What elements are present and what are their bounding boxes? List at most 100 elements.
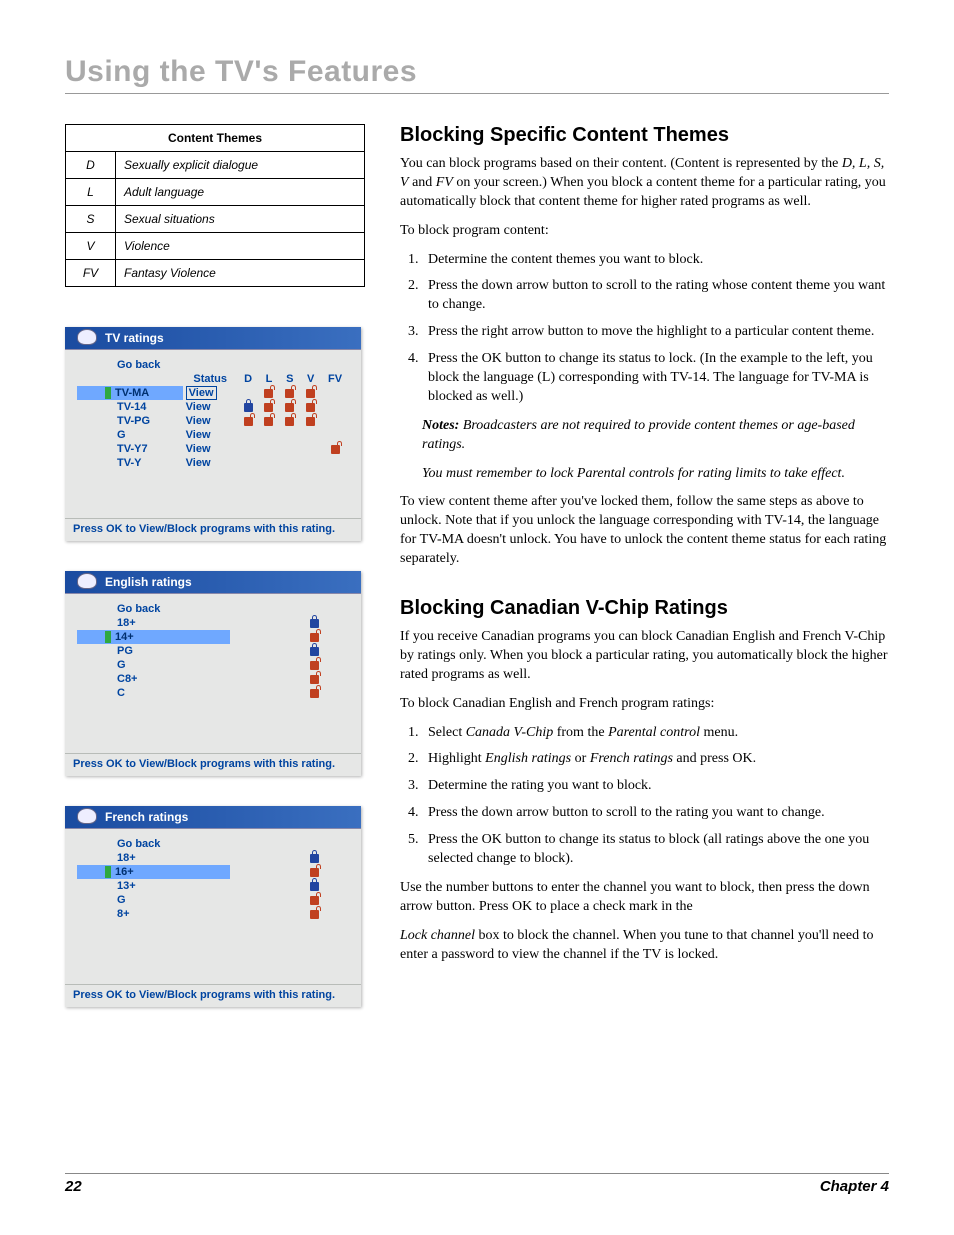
rating-name[interactable]: 16+ [77, 865, 230, 879]
theme-cell[interactable] [321, 386, 349, 400]
ct-label: Sexual situations [116, 206, 365, 233]
status-cell[interactable]: View [183, 414, 238, 428]
theme-cell[interactable] [300, 400, 321, 414]
rating-name[interactable]: G [77, 893, 230, 907]
rating-name[interactable]: C8+ [77, 672, 230, 686]
rating-name[interactable]: PG [77, 644, 230, 658]
theme-cell[interactable] [259, 414, 280, 428]
theme-cell[interactable] [238, 428, 259, 442]
rating-name[interactable]: TV-Y7 [77, 442, 183, 456]
col-l: L [259, 372, 280, 386]
status-cell[interactable]: View [183, 456, 238, 470]
theme-cell[interactable] [238, 386, 259, 400]
rating-name[interactable]: G [77, 428, 183, 442]
section2-p4: Lock channel box to block the channel. W… [400, 927, 889, 965]
menu-title: English ratings [65, 571, 361, 594]
unlock-icon [285, 389, 294, 398]
marker-icon [105, 866, 111, 878]
theme-cell[interactable] [238, 456, 259, 470]
rating-name[interactable]: TV-14 [77, 400, 183, 414]
unlock-icon [264, 389, 273, 398]
status-cell[interactable]: View [183, 442, 238, 456]
lock-cell[interactable] [230, 658, 349, 672]
theme-cell[interactable] [279, 428, 300, 442]
theme-cell[interactable] [321, 400, 349, 414]
theme-cell[interactable] [279, 414, 300, 428]
go-back[interactable]: Go back [77, 358, 349, 372]
lock-cell[interactable] [230, 907, 349, 921]
rating-name[interactable]: TV-PG [77, 414, 183, 428]
theme-cell[interactable] [238, 442, 259, 456]
rating-name[interactable]: 18+ [77, 616, 230, 630]
theme-cell[interactable] [321, 456, 349, 470]
theme-cell[interactable] [259, 386, 280, 400]
step: Highlight English ratings or French rati… [422, 750, 889, 769]
tv-ratings-grid: Go back Status D L S V FV TV-MAViewTV-14… [77, 358, 349, 470]
lock-cell[interactable] [230, 893, 349, 907]
theme-cell[interactable] [321, 428, 349, 442]
go-back[interactable]: Go back [77, 837, 349, 851]
theme-cell[interactable] [300, 442, 321, 456]
theme-cell[interactable] [321, 442, 349, 456]
unlock-icon [306, 389, 315, 398]
theme-cell[interactable] [300, 386, 321, 400]
lock-cell[interactable] [230, 616, 349, 630]
theme-cell[interactable] [259, 442, 280, 456]
unlock-icon [285, 403, 294, 412]
section2-heading: Blocking Canadian V-Chip Ratings [400, 597, 889, 620]
go-back[interactable]: Go back [77, 602, 349, 616]
theme-cell[interactable] [279, 442, 300, 456]
lock-cell[interactable] [230, 865, 349, 879]
theme-cell[interactable] [259, 456, 280, 470]
section1-p2: To block program content: [400, 222, 889, 241]
status-cell[interactable]: View [183, 428, 238, 442]
section1-steps: Determine the content themes you want to… [422, 251, 889, 407]
lock-cell[interactable] [230, 630, 349, 644]
theme-cell[interactable] [321, 414, 349, 428]
lock-cell[interactable] [230, 879, 349, 893]
rating-name[interactable]: 18+ [77, 851, 230, 865]
unlock-icon [310, 868, 319, 877]
step: Determine the content themes you want to… [422, 251, 889, 270]
theme-cell[interactable] [300, 456, 321, 470]
theme-cell[interactable] [238, 400, 259, 414]
lock-cell[interactable] [230, 644, 349, 658]
lock-cell[interactable] [230, 686, 349, 700]
theme-cell[interactable] [300, 414, 321, 428]
step: Press the down arrow button to scroll to… [422, 804, 889, 823]
content-themes-title: Content Themes [66, 125, 365, 152]
lock-cell[interactable] [230, 672, 349, 686]
rating-name[interactable]: 8+ [77, 907, 230, 921]
status-cell[interactable]: View [183, 386, 238, 400]
section1-p3: To view content theme after you've locke… [400, 493, 889, 569]
lock-cell[interactable] [230, 851, 349, 865]
english-ratings-grid: Go back 18+14+PGGC8+C [77, 602, 349, 700]
status-cell[interactable]: View [183, 400, 238, 414]
section2-p2: To block Canadian English and French pro… [400, 695, 889, 714]
rating-name[interactable]: G [77, 658, 230, 672]
menu-footer: Press OK to View/Block programs with thi… [65, 984, 361, 1007]
theme-cell[interactable] [300, 428, 321, 442]
content-themes-table: Content Themes DSexually explicit dialog… [65, 124, 365, 287]
theme-cell[interactable] [259, 400, 280, 414]
unlock-icon [264, 417, 273, 426]
theme-cell[interactable] [279, 400, 300, 414]
ct-code: V [66, 233, 116, 260]
ct-code: FV [66, 260, 116, 287]
theme-cell[interactable] [238, 414, 259, 428]
rating-name[interactable]: C [77, 686, 230, 700]
theme-cell[interactable] [279, 456, 300, 470]
page-number: 22 [65, 1178, 82, 1195]
col-fv: FV [321, 372, 349, 386]
english-ratings-menu: English ratings Go back 18+14+PGGC8+C Pr… [65, 571, 361, 776]
french-ratings-menu: French ratings Go back 18+16+13+G8+ Pres… [65, 806, 361, 1007]
rating-name[interactable]: 14+ [77, 630, 230, 644]
rating-name[interactable]: TV-Y [77, 456, 183, 470]
theme-cell[interactable] [259, 428, 280, 442]
theme-cell[interactable] [279, 386, 300, 400]
rating-name[interactable]: TV-MA [77, 386, 183, 400]
col-s: S [279, 372, 300, 386]
ct-label: Fantasy Violence [116, 260, 365, 287]
rating-name[interactable]: 13+ [77, 879, 230, 893]
section2-steps: Select Canada V-Chip from the Parental c… [422, 724, 889, 869]
